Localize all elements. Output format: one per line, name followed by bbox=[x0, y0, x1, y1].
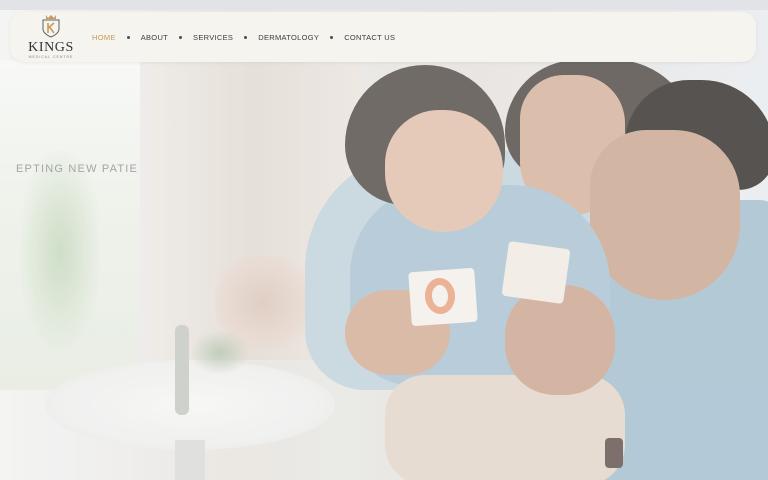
nav-separator bbox=[126, 35, 130, 39]
hero-overlay bbox=[0, 0, 768, 480]
nav-dermatology[interactable]: DERMATOLOGY bbox=[258, 33, 319, 42]
nav-separator bbox=[244, 35, 248, 39]
logo-subtitle: MEDICAL CENTRE bbox=[28, 55, 74, 59]
crest-icon bbox=[42, 15, 60, 38]
nav-separator bbox=[179, 35, 183, 39]
site-logo[interactable]: KINGS MEDICAL CENTRE bbox=[22, 14, 80, 60]
nav-separator bbox=[330, 35, 334, 39]
main-nav: HOME ABOUT SERVICES DERMATOLOGY CONTACT … bbox=[92, 12, 395, 62]
nav-contact-us[interactable]: CONTACT US bbox=[344, 33, 395, 42]
nav-about[interactable]: ABOUT bbox=[141, 33, 168, 42]
site-header: KINGS MEDICAL CENTRE HOME ABOUT SERVICES… bbox=[10, 12, 756, 62]
hero-image: EPTING NEW PATIE bbox=[0, 0, 768, 480]
nav-home[interactable]: HOME bbox=[92, 33, 116, 42]
nav-services[interactable]: SERVICES bbox=[193, 33, 233, 42]
logo-wordmark: KINGS bbox=[28, 40, 74, 55]
hero-tagline: EPTING NEW PATIE bbox=[16, 163, 139, 175]
